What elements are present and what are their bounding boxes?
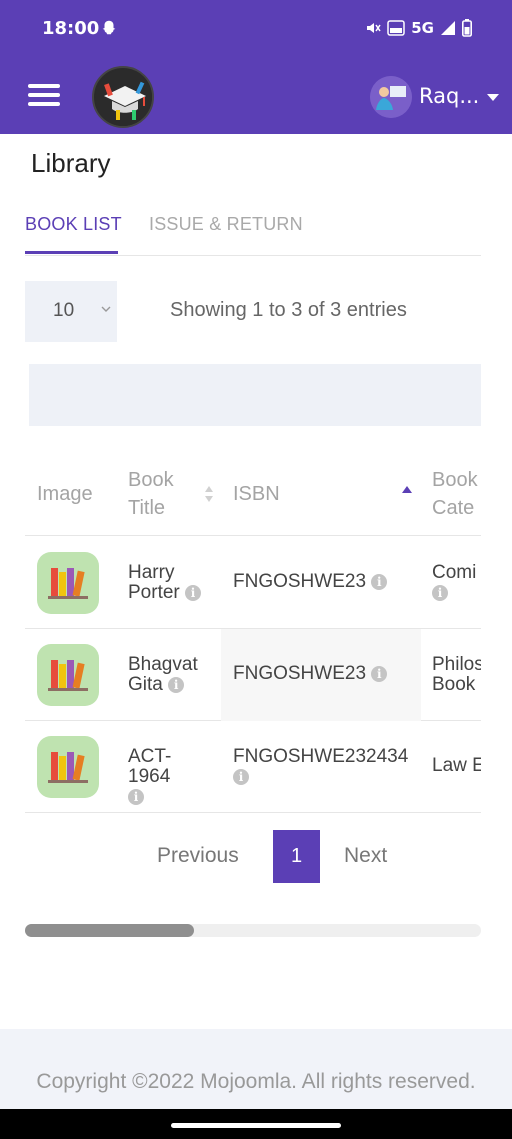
mute-icon xyxy=(367,23,381,33)
table-row[interactable]: Harry Porter i FNGOSHWE23 i Comi i xyxy=(25,537,481,629)
books-icon xyxy=(48,660,88,691)
system-navigation-bar xyxy=(0,1109,512,1139)
horizontal-scrollbar[interactable] xyxy=(25,924,481,937)
book-thumbnail xyxy=(37,552,99,614)
isbn-cell: FNGOSHWE23 i xyxy=(233,571,388,592)
category-cell: Comi i xyxy=(432,563,481,603)
info-icon[interactable]: i xyxy=(185,584,202,601)
scrollbar-thumb[interactable] xyxy=(25,924,194,937)
info-icon[interactable]: i xyxy=(128,788,144,805)
books-icon xyxy=(48,568,88,599)
column-header-book-category[interactable]: Book Cate xyxy=(432,466,481,522)
book-title-cell: Harry Porter i xyxy=(128,563,218,603)
book-title: Harry Porter xyxy=(128,562,180,603)
column-header-image[interactable]: Image xyxy=(37,480,93,508)
tab-book-list[interactable]: BOOK LIST xyxy=(25,214,122,235)
page-length-select[interactable]: 10 xyxy=(25,281,117,342)
volte-icon xyxy=(387,20,405,36)
graduation-cap-logo xyxy=(95,69,152,126)
previous-page-button[interactable]: Previous xyxy=(157,844,239,868)
category-cell: Law E xyxy=(432,756,481,776)
info-icon[interactable]: i xyxy=(432,584,448,601)
book-thumbnail xyxy=(37,644,99,706)
books-icon xyxy=(48,752,88,783)
tab-issue-return[interactable]: ISSUE & RETURN xyxy=(149,214,303,235)
footer: Copyright ©2022 Mojoomla. All rights res… xyxy=(0,1029,512,1109)
signal-icon xyxy=(441,21,455,35)
isbn-value: FNGOSHWE23 xyxy=(233,571,367,592)
page-title: Library xyxy=(31,148,111,178)
status-icons: 5G xyxy=(365,19,472,37)
app-bar: 18:00 5G Raq... xyxy=(0,0,512,134)
search-input[interactable] xyxy=(29,364,481,426)
battery-icon xyxy=(462,19,472,37)
category-value: Philos Book xyxy=(432,654,481,695)
page-1-button[interactable]: 1 xyxy=(273,830,320,883)
snapchat-icon xyxy=(102,20,116,35)
entries-info: Showing 1 to 3 of 3 entries xyxy=(170,299,407,321)
info-icon[interactable]: i xyxy=(168,676,185,693)
book-title: ACT-1964 xyxy=(128,746,172,787)
book-table: Image Book Title ISBN Book Cate Harry Po… xyxy=(25,450,481,814)
book-title-cell: ACT-1964 i xyxy=(128,747,190,807)
chevron-down-icon xyxy=(101,306,111,312)
tab-bar: BOOK LIST ISSUE & RETURN xyxy=(25,210,481,256)
home-gesture-handle[interactable] xyxy=(171,1123,341,1128)
category-value: Comi xyxy=(432,562,477,583)
page-length-value: 10 xyxy=(53,300,75,321)
sort-icon[interactable] xyxy=(204,485,214,503)
table-header: Image Book Title ISBN Book Cate xyxy=(25,450,481,536)
menu-button[interactable] xyxy=(28,84,60,108)
book-thumbnail xyxy=(37,736,99,798)
category-value: Law E xyxy=(432,755,481,776)
info-icon[interactable]: i xyxy=(233,768,249,785)
network-type: 5G xyxy=(411,19,434,37)
user-avatar[interactable] xyxy=(370,76,412,118)
pagination: Previous 1 Next xyxy=(0,830,512,884)
book-title: Bhagvat Gita xyxy=(128,654,198,695)
school-logo[interactable] xyxy=(92,66,154,128)
status-time: 18:00 xyxy=(42,18,100,39)
hamburger-icon xyxy=(28,84,60,88)
info-icon[interactable]: i xyxy=(371,665,388,682)
category-cell: Philos Book xyxy=(432,655,481,695)
table-row[interactable]: Bhagvat Gita i FNGOSHWE23 i Philos Book xyxy=(25,629,481,721)
active-tab-indicator xyxy=(25,251,118,254)
book-title-cell: Bhagvat Gita i xyxy=(128,655,218,695)
table-row[interactable]: ACT-1964 i FNGOSHWE232434 i Law E xyxy=(25,721,481,813)
chevron-down-icon[interactable] xyxy=(487,94,499,101)
column-header-isbn[interactable]: ISBN xyxy=(233,480,280,508)
status-bar: 18:00 5G xyxy=(0,0,512,60)
column-header-book-title[interactable]: Book Title xyxy=(128,466,198,522)
copyright-text: Copyright ©2022 Mojoomla. All rights res… xyxy=(36,1070,476,1093)
sort-ascending-icon[interactable] xyxy=(402,485,412,503)
isbn-cell: FNGOSHWE23 i xyxy=(233,663,388,684)
isbn-value: FNGOSHWE232434 xyxy=(233,746,409,767)
next-page-button[interactable]: Next xyxy=(344,844,387,868)
teacher-icon xyxy=(370,76,412,118)
info-icon[interactable]: i xyxy=(371,573,388,590)
isbn-value: FNGOSHWE23 xyxy=(233,663,367,684)
isbn-cell: FNGOSHWE232434 i xyxy=(233,747,423,787)
user-name[interactable]: Raq... xyxy=(419,84,479,108)
